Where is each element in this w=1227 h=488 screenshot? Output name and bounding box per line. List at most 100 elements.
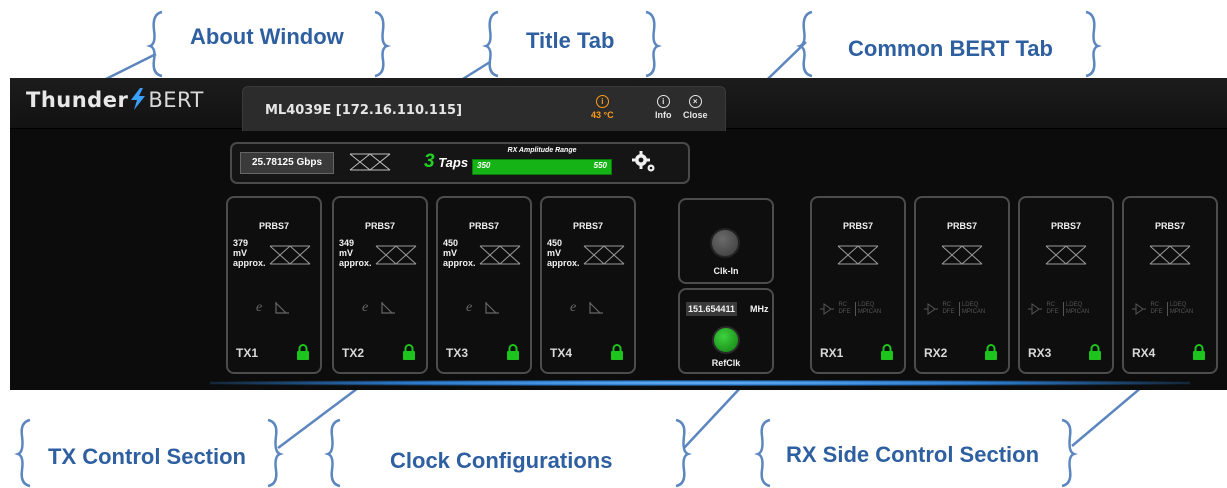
about-logo-button[interactable]: Thunder BERT xyxy=(26,88,204,112)
rx-equalizer-settings[interactable]: RC DFE LDEQ MPICAN xyxy=(820,300,881,318)
taps-label: Taps xyxy=(438,155,469,170)
rx-rc-label: RC xyxy=(942,301,952,308)
temperature-icon: i xyxy=(595,95,609,108)
tx-pattern: PRBS7 xyxy=(468,221,499,231)
refclk-frequency-field[interactable]: 151.654411 xyxy=(686,302,738,316)
rx-pattern: PRBS7 xyxy=(946,221,977,231)
gear-icon[interactable] xyxy=(632,150,658,174)
eye-diagram-icon xyxy=(583,245,625,265)
tx-amplitude: 450 mV approx. xyxy=(547,238,580,268)
tx-pattern: PRBS7 xyxy=(572,221,603,231)
rx-amplitude-range-slider[interactable]: 350 550 xyxy=(472,159,612,175)
tx-name: TX2 xyxy=(342,346,365,360)
device-title: ML4039E [172.16.110.115] xyxy=(265,103,463,118)
pre-emphasis-symbol: e xyxy=(466,300,473,315)
tx-amp-value: 450 xyxy=(443,238,459,248)
tx-amp-unit: mV xyxy=(233,248,248,258)
callout-about-window: About Window xyxy=(190,24,344,49)
title-tab[interactable]: ML4039E [172.16.110.115] i 43 °C i Info … xyxy=(242,86,726,131)
lock-icon[interactable] xyxy=(984,344,998,360)
tx-name: TX4 xyxy=(550,346,573,360)
tx-amplitude: 349 mV approx. xyxy=(339,238,372,268)
rx-name: RX3 xyxy=(1028,346,1052,360)
tx-amp-unit: mV xyxy=(339,248,354,258)
refclk-unit: MHz xyxy=(750,304,769,314)
rx-ldeq-label: LDEQ xyxy=(857,301,875,308)
logo-text-thunder: Thunder xyxy=(26,88,129,112)
lock-icon[interactable] xyxy=(1192,344,1206,360)
rx-mpican-label: MPICAN xyxy=(961,308,986,315)
lock-icon[interactable] xyxy=(1088,344,1102,360)
buffer-icon xyxy=(924,302,938,315)
rx-name: RX1 xyxy=(820,346,844,360)
pre-emphasis-symbol: e xyxy=(362,300,369,315)
eye-diagram-icon xyxy=(269,245,311,265)
tx-amp-unit: mV xyxy=(443,248,458,258)
rx-card-3[interactable]: PRBS7 RC DFE LDEQ MPICAN RX3 xyxy=(1018,196,1114,374)
rx-equalizer-settings[interactable]: RC DFE LDEQ MPICAN xyxy=(924,300,985,318)
temperature-indicator: i 43 °C xyxy=(591,95,614,120)
refclk-indicator[interactable] xyxy=(712,326,740,354)
lock-icon[interactable] xyxy=(880,344,894,360)
eye-diagram-icon xyxy=(1149,245,1191,265)
tx-card-4[interactable]: PRBS7 450 mV approx. e TX4 xyxy=(540,196,636,374)
rx-name: RX4 xyxy=(1132,346,1156,360)
tx-amp-unit: mV xyxy=(547,248,562,258)
rx-dfe-label: DFE xyxy=(1046,308,1059,315)
rx-rc-label: RC xyxy=(838,301,848,308)
info-button[interactable]: i Info xyxy=(655,95,672,120)
clk-in-label: Clk-In xyxy=(713,266,739,276)
tx-amp-note: approx. xyxy=(443,258,476,268)
tx-card-1[interactable]: PRBS7 379 mV approx. e TX1 xyxy=(226,196,322,374)
rx-rc-label: RC xyxy=(1046,301,1056,308)
lock-icon[interactable] xyxy=(296,344,310,360)
tx-amp-value: 379 xyxy=(233,238,249,248)
eye-diagram-icon xyxy=(1045,245,1087,265)
taps-selector[interactable]: 3 Taps xyxy=(424,151,468,173)
callout-tx-control-section: TX Control Section xyxy=(48,444,246,469)
lock-icon[interactable] xyxy=(506,344,520,360)
rx-ldeq-label: LDEQ xyxy=(1169,301,1187,308)
tx-amplitude: 450 mV approx. xyxy=(443,238,476,268)
rx-equalizer-settings[interactable]: RC DFE LDEQ MPICAN xyxy=(1028,300,1089,318)
rx-name: RX2 xyxy=(924,346,948,360)
eye-diagram-icon[interactable] xyxy=(348,152,392,172)
close-button[interactable]: × Close xyxy=(683,95,708,120)
close-icon: × xyxy=(688,95,702,108)
step-response-icon xyxy=(589,302,603,314)
tx-name: TX3 xyxy=(446,346,469,360)
rx-card-2[interactable]: PRBS7 RC DFE LDEQ MPICAN RX2 xyxy=(914,196,1010,374)
data-rate-field[interactable]: 25.78125 Gbps xyxy=(240,152,334,174)
bottom-glow-divider xyxy=(210,380,1190,386)
common-bert-tab: 25.78125 Gbps 3 Taps RX Amplitude Range … xyxy=(230,142,690,184)
app-window: Thunder BERT ML4039E [172.16.110.115] i 4… xyxy=(10,78,1227,390)
rx-mpican-label: MPICAN xyxy=(857,308,882,315)
tx-amplitude: 379 mV approx. xyxy=(233,238,266,268)
tx-card-3[interactable]: PRBS7 450 mV approx. e TX3 xyxy=(436,196,532,374)
pre-emphasis-symbol: e xyxy=(570,300,577,315)
info-label: Info xyxy=(655,110,672,120)
eye-diagram-icon xyxy=(837,245,879,265)
refclk-panel[interactable]: 151.654411 MHz RefClk xyxy=(678,288,774,374)
tx-amp-value: 450 xyxy=(547,238,563,248)
rx-pattern: PRBS7 xyxy=(1154,221,1185,231)
rx-equalizer-settings[interactable]: RC DFE LDEQ MPICAN xyxy=(1132,300,1193,318)
pre-emphasis-symbol: e xyxy=(256,300,263,315)
callout-common-bert-tab: Common BERT Tab xyxy=(848,36,1053,61)
clk-in-panel[interactable]: Clk-In xyxy=(678,198,774,284)
tx-amp-note: approx. xyxy=(233,258,266,268)
tx-amp-note: approx. xyxy=(339,258,372,268)
callout-title-tab: Title Tab xyxy=(526,28,615,53)
callout-clock-configurations: Clock Configurations xyxy=(390,448,613,473)
tx-card-2[interactable]: PRBS7 349 mV approx. e TX2 xyxy=(332,196,428,374)
rx-card-4[interactable]: PRBS7 RC DFE LDEQ MPICAN RX4 xyxy=(1122,196,1218,374)
rx-card-1[interactable]: PRBS7 RC DFE LDEQ MPICAN RX1 xyxy=(810,196,906,374)
clk-in-indicator[interactable] xyxy=(710,228,740,258)
refclk-label: RefClk xyxy=(711,358,741,368)
taps-number: 3 xyxy=(424,151,435,172)
lock-icon[interactable] xyxy=(610,344,624,360)
lock-icon[interactable] xyxy=(402,344,416,360)
rx-rc-label: RC xyxy=(1150,301,1160,308)
lightning-bolt-icon xyxy=(131,88,146,110)
rx-dfe-label: DFE xyxy=(838,308,851,315)
